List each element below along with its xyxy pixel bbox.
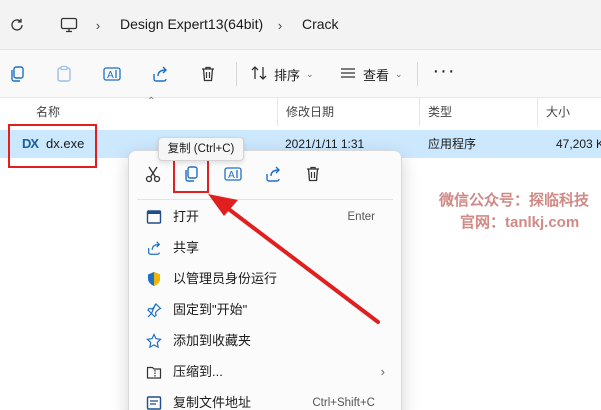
- annotation-box-file: [8, 124, 97, 168]
- rename-icon[interactable]: A: [100, 62, 124, 86]
- copy-path-icon: [145, 394, 163, 410]
- share-icon[interactable]: [259, 161, 287, 187]
- column-header-modified[interactable]: 修改日期: [278, 98, 420, 126]
- copy-tooltip: 复制 (Ctrl+C): [158, 137, 244, 161]
- paste-icon[interactable]: [52, 62, 76, 86]
- menu-item-shortcut: Enter: [347, 211, 376, 223]
- svg-text:A: A: [107, 70, 114, 81]
- menu-item-pin-to-start[interactable]: 固定到"开始": [133, 295, 399, 325]
- column-header-size[interactable]: 大小: [538, 98, 601, 126]
- file-type: 应用程序: [428, 137, 477, 151]
- menu-item-compress[interactable]: 压缩到... ›: [133, 357, 399, 387]
- open-icon: [145, 208, 163, 226]
- menu-item-run-as-admin[interactable]: 以管理员身份运行: [133, 264, 399, 294]
- chevron-right-icon[interactable]: ›: [273, 15, 287, 35]
- watermark-site: 官网：tanlkj.com: [460, 214, 580, 231]
- chevron-down-icon: ⌄: [306, 68, 314, 79]
- menu-item-label: 共享: [173, 240, 200, 255]
- copy-icon[interactable]: [5, 62, 29, 86]
- zip-folder-icon: [145, 363, 163, 381]
- pin-icon: [145, 301, 163, 319]
- view-icon: [339, 65, 357, 84]
- delete-icon[interactable]: [196, 62, 220, 86]
- menu-item-open[interactable]: 打开 Enter: [133, 202, 399, 232]
- delete-icon[interactable]: [299, 161, 327, 187]
- column-header-type[interactable]: 类型: [420, 98, 538, 126]
- file-size: 47,203 K: [556, 137, 601, 151]
- cut-icon[interactable]: [139, 161, 167, 187]
- menu-item-label: 打开: [173, 209, 200, 224]
- menu-item-label: 以管理员身份运行: [173, 271, 278, 286]
- menu-divider: [137, 199, 393, 200]
- menu-item-shortcut: Ctrl+Shift+C: [312, 397, 375, 409]
- sort-label: 排序: [274, 67, 301, 83]
- view-label: 查看: [363, 67, 390, 83]
- star-icon: [145, 332, 163, 350]
- share-icon[interactable]: [148, 62, 172, 86]
- breadcrumb-design-expert[interactable]: Design Expert13(64bit): [120, 16, 263, 32]
- chevron-right-icon[interactable]: ›: [91, 15, 105, 35]
- command-toolbar: A 排序 ⌄ 查看 ⌄ ···: [0, 50, 601, 98]
- menu-item-share[interactable]: 共享: [133, 233, 399, 263]
- chevron-right-icon: ›: [380, 364, 385, 379]
- admin-shield-icon: [145, 270, 163, 288]
- address-bar: › Design Expert13(64bit) › Crack: [0, 0, 601, 50]
- sort-icon: [250, 65, 268, 84]
- menu-item-label: 固定到"开始": [173, 302, 248, 317]
- context-menu: A 打开 Enter 共享 以管理员身份运行 固定到"开始" 添加到收藏夹 压缩…: [128, 150, 402, 410]
- more-options-button[interactable]: ···: [432, 61, 456, 86]
- refresh-icon[interactable]: [6, 14, 28, 36]
- menu-item-label: 添加到收藏夹: [173, 333, 252, 348]
- menu-item-label: 复制文件地址: [173, 395, 252, 410]
- column-header-name[interactable]: 名称: [28, 98, 278, 126]
- menu-item-copy-path[interactable]: 复制文件地址 Ctrl+Shift+C: [133, 388, 399, 410]
- watermark-wechat: 微信公众号：探临科技: [439, 192, 590, 209]
- share-icon: [145, 239, 163, 257]
- column-headers: ⌃ 名称 修改日期 类型 大小: [0, 96, 601, 126]
- rename-icon[interactable]: A: [219, 161, 247, 187]
- toolbar-divider: [236, 62, 237, 86]
- sort-dropdown[interactable]: 排序 ⌄: [250, 63, 314, 85]
- view-dropdown[interactable]: 查看 ⌄: [339, 63, 403, 85]
- menu-item-label: 压缩到...: [173, 364, 223, 379]
- this-pc-icon[interactable]: [58, 14, 80, 36]
- chevron-down-icon: ⌄: [395, 68, 403, 79]
- svg-text:A: A: [228, 170, 235, 181]
- toolbar-divider: [417, 62, 418, 86]
- annotation-box-copy: [173, 159, 209, 193]
- breadcrumb-crack[interactable]: Crack: [302, 16, 339, 32]
- menu-item-add-favorites[interactable]: 添加到收藏夹: [133, 326, 399, 356]
